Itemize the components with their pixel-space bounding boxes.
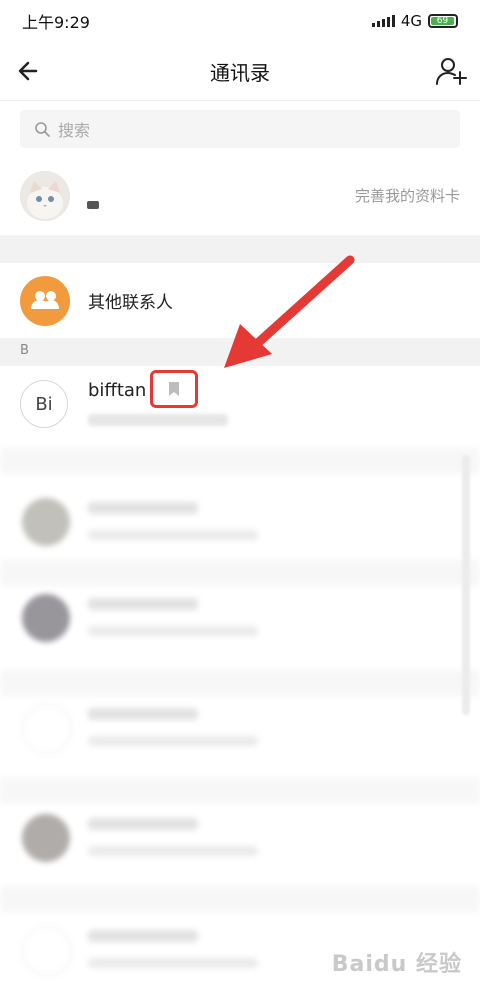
search-placeholder: 搜索 bbox=[58, 121, 91, 140]
red-arrow-annotation bbox=[224, 255, 355, 368]
blurred-email bbox=[88, 530, 258, 540]
signal-icon bbox=[371, 15, 395, 27]
my-name-redacted bbox=[87, 201, 99, 209]
list-item[interactable] bbox=[0, 474, 480, 574]
complete-profile-link[interactable]: 完善我的资料卡 bbox=[355, 185, 460, 206]
blurred-name bbox=[88, 930, 198, 942]
list-item[interactable] bbox=[0, 570, 480, 670]
status-time: 上午9:29 bbox=[22, 13, 90, 32]
my-avatar bbox=[20, 171, 70, 221]
avatar bbox=[22, 498, 70, 546]
highlight-box bbox=[150, 370, 198, 408]
blurred-section-header bbox=[0, 448, 480, 474]
blurred-email bbox=[88, 958, 258, 968]
bookmark-icon[interactable] bbox=[167, 381, 181, 397]
blurred-name bbox=[88, 708, 198, 720]
cat-avatar-image bbox=[20, 171, 70, 221]
search-input[interactable]: 搜索 bbox=[20, 110, 460, 148]
avatar bbox=[22, 926, 72, 976]
avatar bbox=[22, 814, 70, 862]
blurred-email bbox=[88, 846, 258, 856]
battery-icon: 69 bbox=[428, 14, 458, 28]
list-item[interactable] bbox=[0, 790, 480, 890]
battery-level: 69 bbox=[431, 17, 454, 26]
page-title: 通讯录 bbox=[210, 60, 270, 85]
arrow-left-icon[interactable] bbox=[14, 56, 44, 86]
section-letter-b: B bbox=[20, 343, 29, 358]
blurred-name bbox=[88, 598, 198, 610]
status-icons: 4G 69 bbox=[371, 12, 458, 30]
list-item[interactable] bbox=[0, 680, 480, 780]
contact-name: bifftan bbox=[88, 380, 147, 401]
contact-avatar: Bi bbox=[20, 380, 68, 428]
my-card-row[interactable]: 完善我的资料卡 bbox=[0, 165, 480, 231]
people-icon bbox=[31, 291, 59, 309]
blurred-name bbox=[88, 818, 198, 830]
watermark: Baidu 经验 bbox=[331, 952, 462, 977]
blurred-contact-list bbox=[0, 440, 480, 1000]
blurred-name bbox=[88, 502, 198, 514]
other-contacts-label: 其他联系人 bbox=[88, 293, 173, 313]
page-header: 通讯录 bbox=[0, 42, 480, 101]
status-bar: 上午9:29 4G 69 bbox=[0, 0, 480, 42]
blurred-email bbox=[88, 736, 258, 746]
avatar bbox=[22, 594, 70, 642]
contact-email-redacted bbox=[88, 414, 228, 426]
group-avatar bbox=[20, 276, 70, 326]
alphabet-index-bar[interactable] bbox=[462, 455, 470, 715]
search-icon bbox=[35, 122, 50, 137]
avatar bbox=[22, 704, 72, 754]
network-label: 4G bbox=[400, 12, 422, 30]
add-user-icon[interactable] bbox=[434, 54, 468, 88]
blurred-email bbox=[88, 626, 258, 636]
